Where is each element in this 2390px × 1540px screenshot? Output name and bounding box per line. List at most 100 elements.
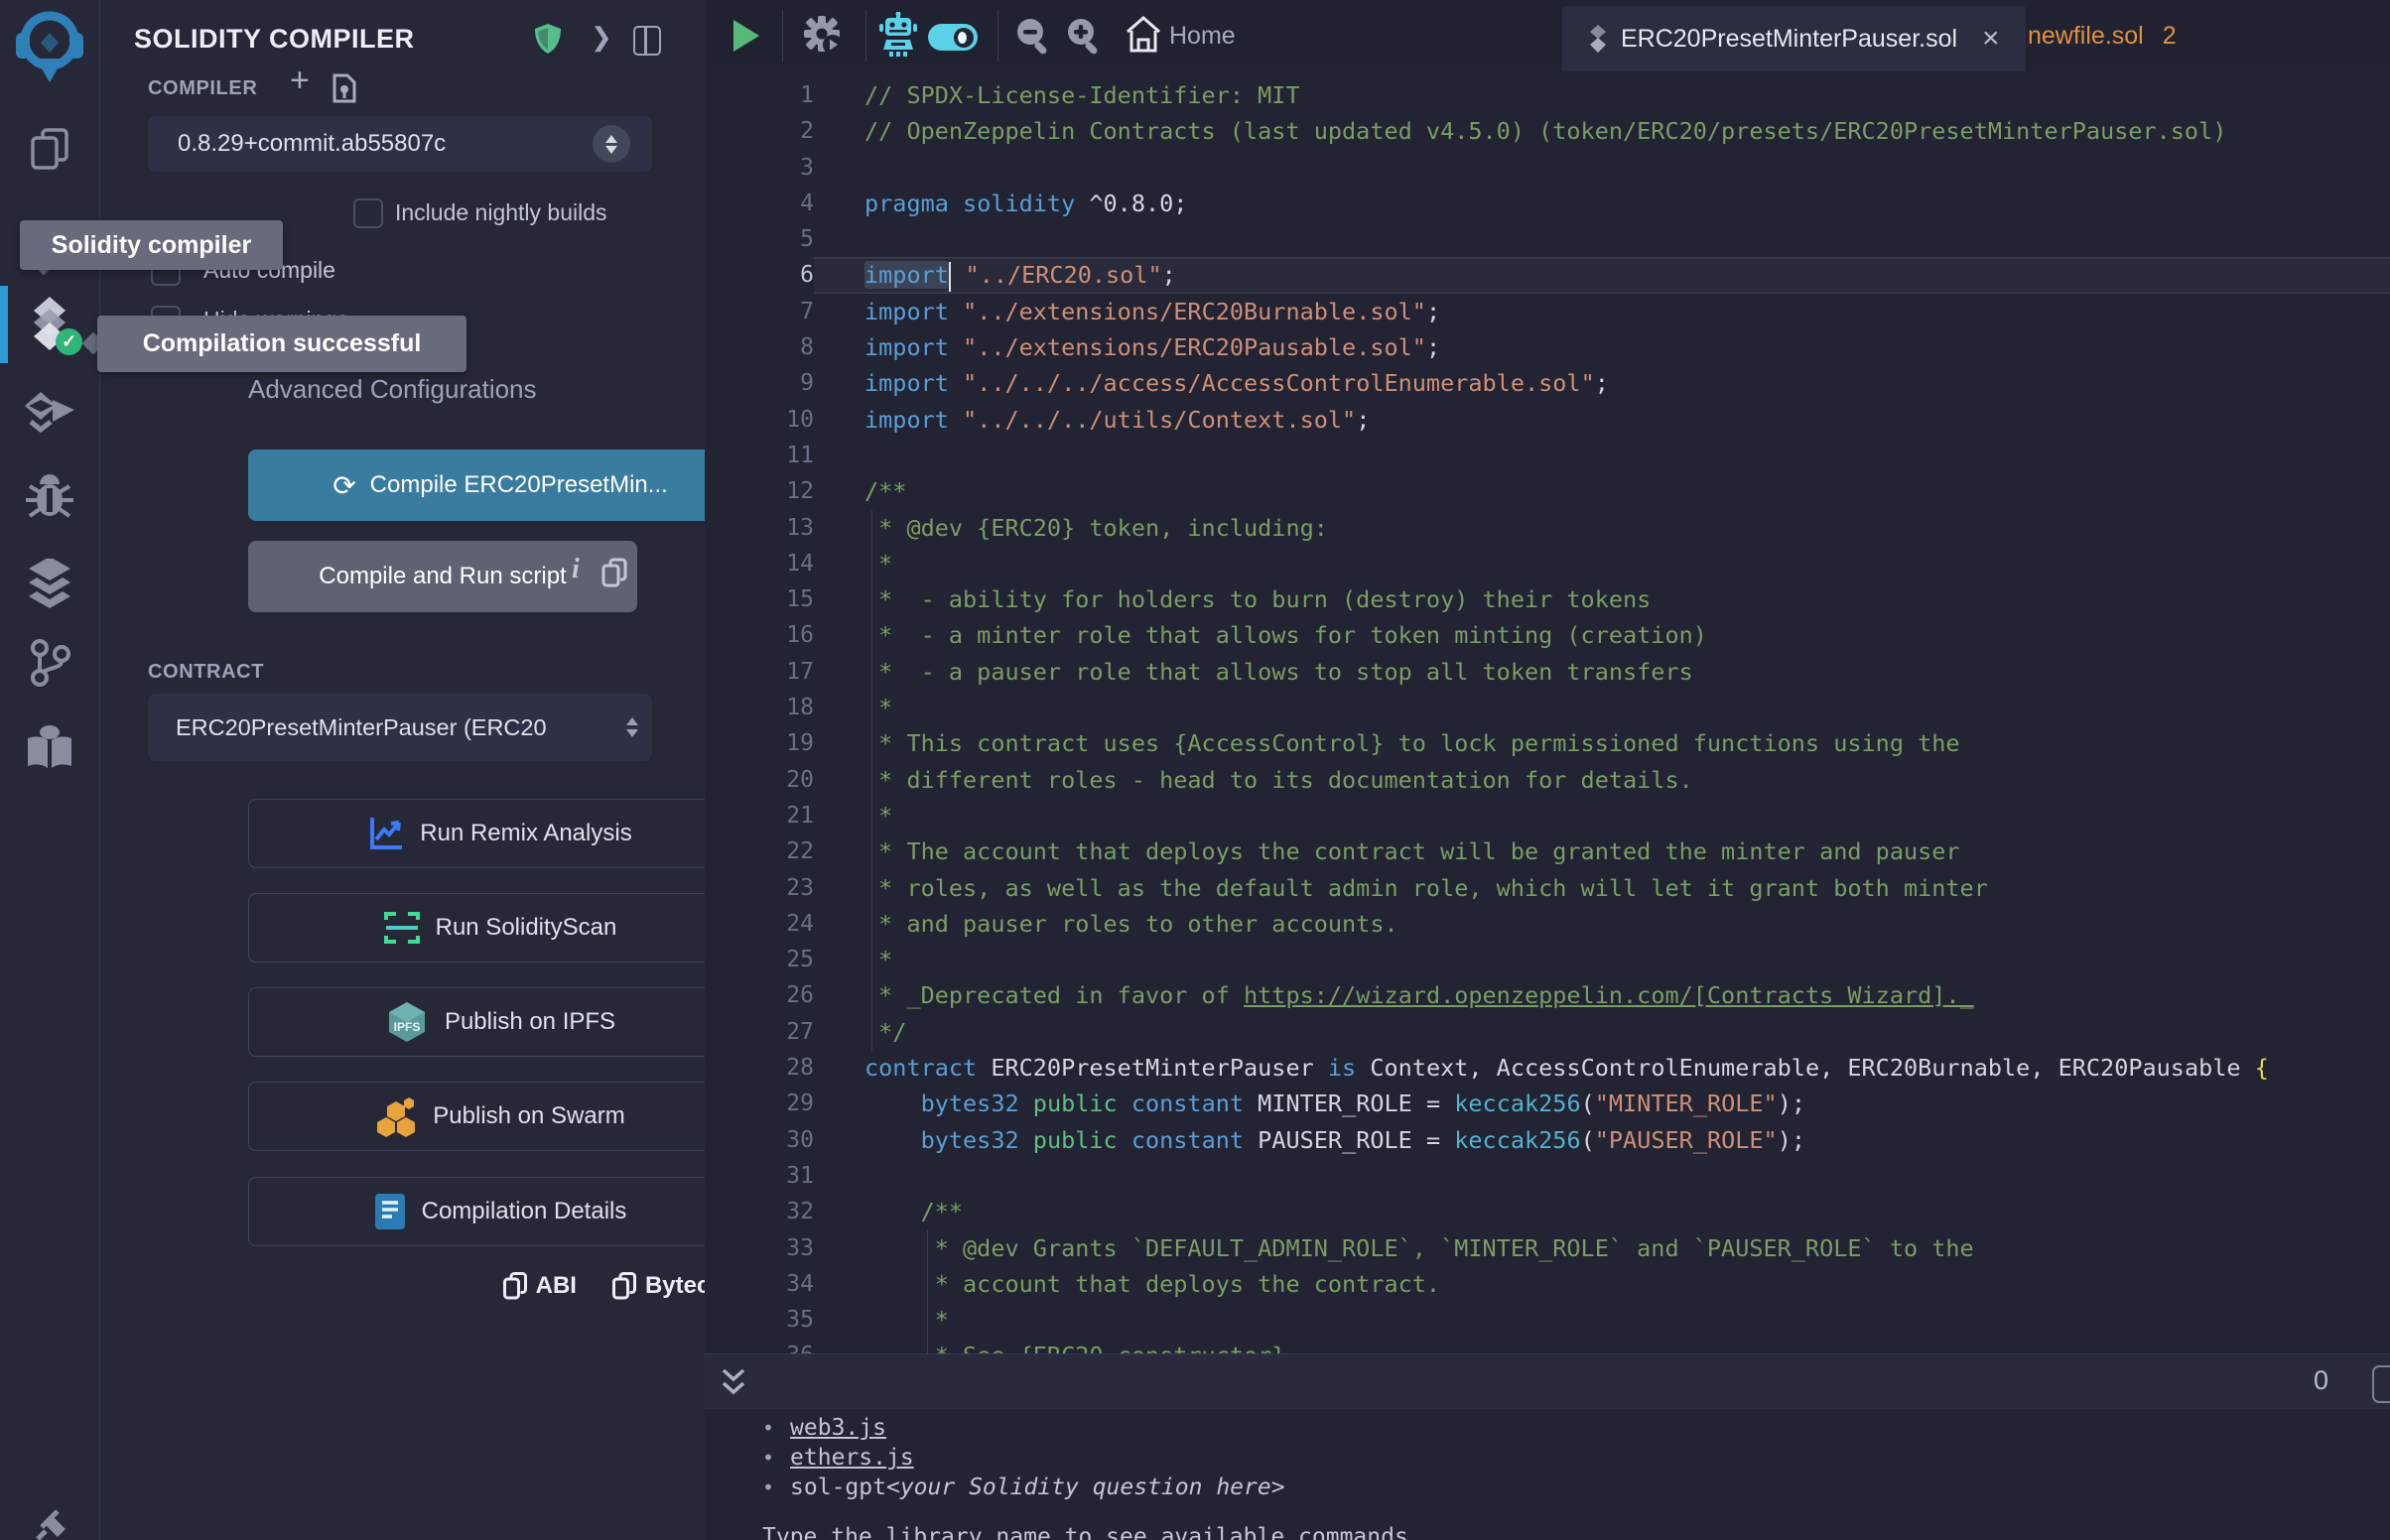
unit-testing-icon[interactable] (0, 556, 99, 611)
copy-icon (503, 1272, 527, 1300)
line-number: 30 (705, 1122, 814, 1158)
code-line[interactable]: 34 * account that deploys the contract. (705, 1266, 2390, 1302)
code-line[interactable]: 25 * (705, 942, 2390, 977)
code-line[interactable]: 14 * (705, 546, 2390, 581)
contract-select[interactable]: ERC20PresetMinterPauser (ERC20 (148, 694, 652, 761)
git-icon[interactable] (0, 637, 99, 689)
analysis-chart-icon (368, 816, 404, 851)
code-line[interactable]: 27 */ (705, 1014, 2390, 1050)
plug-icon[interactable] (0, 1506, 99, 1540)
code-line[interactable]: 36 * See {ERC20-constructor}. (705, 1338, 2390, 1353)
code-line[interactable]: 15 * - ability for holders to burn (dest… (705, 581, 2390, 617)
line-number: 13 (705, 510, 814, 546)
ipfs-icon: IPFS (385, 1000, 429, 1044)
home-icon[interactable] (1126, 16, 1161, 54)
line-number: 34 (705, 1266, 814, 1302)
terminal-content[interactable]: • web3.js • ethers.js • sol-gpt <your So… (705, 1409, 2390, 1540)
tab-warning-count: 2 (2163, 22, 2177, 51)
code-line[interactable]: 8import "../extensions/ERC20Pausable.sol… (705, 329, 2390, 365)
code-line[interactable]: 33 * @dev Grants `DEFAULT_ADMIN_ROLE`, `… (705, 1230, 2390, 1266)
code-line[interactable]: 18 * (705, 690, 2390, 725)
deploy-run-icon[interactable] (0, 387, 99, 439)
code-line[interactable]: 7import "../extensions/ERC20Burnable.sol… (705, 294, 2390, 329)
add-compiler-icon[interactable]: + (290, 62, 310, 100)
line-number: 16 (705, 617, 814, 653)
compiler-config-file-icon[interactable] (332, 73, 356, 103)
run-solidityscan-button[interactable]: Run SolidityScan (248, 893, 752, 962)
code-line[interactable]: 20 * different roles - head to its docum… (705, 762, 2390, 798)
code-line[interactable]: 31 (705, 1158, 2390, 1194)
code-line[interactable]: 5 (705, 221, 2390, 257)
code-line[interactable]: 3 (705, 150, 2390, 186)
line-number: 6 (705, 257, 814, 293)
solidityscan-icon (384, 910, 420, 946)
code-line[interactable]: 16 * - a minter role that allows for tok… (705, 617, 2390, 653)
code-line[interactable]: 11 (705, 438, 2390, 473)
plugin-manager-icon[interactable] (0, 720, 99, 774)
ai-copilot-toggle[interactable] (928, 24, 978, 51)
code-line[interactable]: 24 * and pauser roles to other accounts. (705, 906, 2390, 942)
code-line[interactable]: 26 * _Deprecated in favor of https://wiz… (705, 977, 2390, 1013)
compile-button[interactable]: ⟳ Compile ERC20PresetMin... (248, 449, 752, 521)
tab-erc20presetminterpauser[interactable]: ERC20PresetMinterPauser.sol × (1562, 6, 2026, 71)
file-explorer-icon[interactable] (0, 125, 99, 175)
abi-bytecode-row: ABI Bytecode (248, 1272, 752, 1300)
code-line[interactable]: 32 /** (705, 1194, 2390, 1229)
code-line[interactable]: 21 * (705, 798, 2390, 834)
web3-link[interactable]: web3.js (790, 1415, 886, 1441)
line-number: 8 (705, 329, 814, 365)
code-line[interactable]: 23 * roles, as well as the default admin… (705, 870, 2390, 906)
publish-swarm-button[interactable]: Publish on Swarm (248, 1082, 752, 1151)
code-line[interactable]: 17 * - a pauser role that allows to stop… (705, 654, 2390, 690)
code-editor[interactable]: Home newfile.sol 2 ERC20PresetMinterPaus… (705, 0, 2390, 1353)
info-icon[interactable]: i (572, 554, 580, 585)
code-line[interactable]: 9import "../../../access/AccessControlEn… (705, 365, 2390, 401)
home-tab-label[interactable]: Home (1169, 22, 1236, 51)
code-line[interactable]: 19 * This contract uses {AccessControl} … (705, 725, 2390, 761)
ai-copilot-robot-icon[interactable] (879, 12, 917, 58)
code-line[interactable]: 35 * (705, 1302, 2390, 1338)
code-line[interactable]: 12/** (705, 473, 2390, 509)
compiler-version-select[interactable]: 0.8.29+commit.ab55807c (148, 116, 652, 172)
terminal-search-box-partial[interactable] (2372, 1365, 2390, 1403)
nightly-builds-checkbox[interactable] (353, 198, 383, 228)
bullet-icon: • (762, 1446, 774, 1470)
copy-icon (612, 1272, 636, 1300)
code-line[interactable]: 2// OpenZeppelin Contracts (last updated… (705, 113, 2390, 149)
line-number: 28 (705, 1050, 814, 1086)
advanced-configurations-label[interactable]: Advanced Configurations (248, 374, 537, 405)
copy-script-icon[interactable] (601, 558, 627, 587)
debugger-icon[interactable] (0, 470, 99, 522)
code-line[interactable]: 22 * The account that deploys the contra… (705, 834, 2390, 869)
code-lines[interactable]: 1// SPDX-License-Identifier: MIT2// Open… (705, 77, 2390, 1353)
docs-chevron-icon[interactable]: ❯ (591, 22, 612, 53)
details-document-icon (374, 1193, 406, 1230)
remix-logo[interactable] (0, 8, 99, 87)
compilation-details-button[interactable]: Compilation Details (248, 1177, 752, 1246)
publish-ipfs-button[interactable]: IPFS Publish on IPFS (248, 987, 752, 1057)
zoom-in-icon[interactable] (1065, 17, 1105, 57)
script-config-gear-icon[interactable] (802, 14, 846, 58)
code-line[interactable]: 28contract ERC20PresetMinterPauser is Co… (705, 1050, 2390, 1086)
run-remix-analysis-button[interactable]: Run Remix Analysis (248, 799, 752, 868)
shield-icon[interactable] (535, 24, 561, 54)
nightly-builds-label: Include nightly builds (395, 199, 607, 226)
code-line[interactable]: 10import "../../../utils/Context.sol"; (705, 402, 2390, 438)
code-line[interactable]: 13 * @dev {ERC20} token, including: (705, 510, 2390, 546)
code-line[interactable]: 30 bytes32 public constant PAUSER_ROLE =… (705, 1122, 2390, 1158)
ethers-link[interactable]: ethers.js (790, 1445, 914, 1471)
run-script-play-button[interactable] (733, 20, 759, 52)
copy-abi-button[interactable]: ABI (503, 1272, 577, 1300)
collapse-terminal-icon[interactable] (721, 1367, 746, 1397)
code-line[interactable]: 1// SPDX-License-Identifier: MIT (705, 77, 2390, 113)
code-line[interactable]: 29 bytes32 public constant MINTER_ROLE =… (705, 1086, 2390, 1121)
zoom-out-icon[interactable] (1014, 17, 1054, 57)
close-tab-icon[interactable]: × (1982, 24, 2000, 54)
remix-ide-window: ✓ (0, 0, 2390, 1540)
line-number: 27 (705, 1014, 814, 1050)
line-number: 2 (705, 113, 814, 149)
split-panel-icon[interactable] (633, 26, 661, 56)
code-line[interactable]: 4pragma solidity ^0.8.0; (705, 186, 2390, 221)
code-line[interactable]: 6import "../ERC20.sol"; (705, 257, 2390, 293)
line-number: 9 (705, 365, 814, 401)
